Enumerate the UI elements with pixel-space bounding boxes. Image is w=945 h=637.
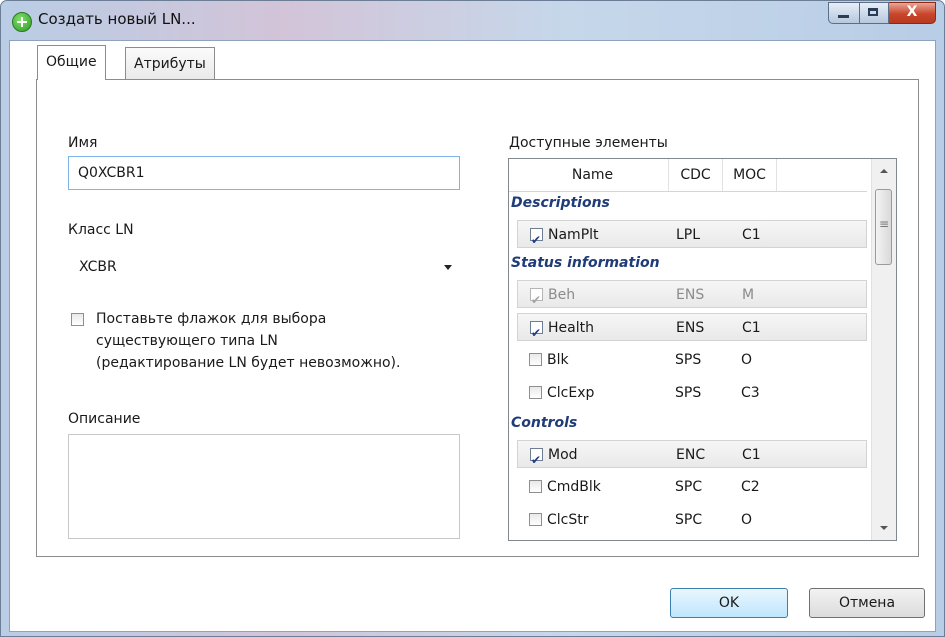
element-name: NamPlt [548, 227, 599, 243]
element-checkbox[interactable] [529, 353, 542, 366]
list-item[interactable]: NamPlt LPL C1 [517, 220, 867, 254]
title-bar[interactable]: Создать новый LN... X [1, 1, 944, 41]
list-item[interactable]: Health ENS C1 [517, 313, 867, 347]
existing-type-label-line3: (редактирование LN будет невозможно). [96, 355, 401, 371]
element-checkbox [530, 286, 543, 314]
column-header-moc[interactable]: MOC [723, 159, 777, 191]
element-moc: C1 [742, 227, 761, 243]
list-item[interactable]: CmdBlk SPC C2 [517, 473, 867, 501]
window-controls: X [828, 2, 936, 24]
tab-attributes[interactable]: Атрибуты [125, 47, 215, 80]
existing-type-label-line2: существующего типа LN [96, 333, 278, 349]
list-item: Beh ENS M [517, 280, 867, 314]
close-icon: X [906, 4, 918, 20]
ok-button[interactable]: OK [670, 588, 788, 618]
group-header-status-information: Status information [511, 255, 660, 271]
element-moc: C3 [741, 385, 760, 401]
description-textarea[interactable] [68, 434, 460, 539]
list-item[interactable]: ClcStr SPC O [517, 506, 867, 534]
scroll-up-icon[interactable] [872, 159, 896, 183]
cancel-button[interactable]: Отмена [809, 588, 925, 618]
element-cdc: SPC [675, 479, 703, 495]
scroll-down-icon[interactable] [872, 516, 896, 540]
element-cdc: LPL [676, 227, 701, 243]
existing-type-label-line1: Поставьте флажок для выбора [96, 311, 327, 327]
element-name: Beh [548, 287, 576, 303]
window-title: Создать новый LN... [38, 10, 196, 28]
element-moc: C2 [741, 479, 760, 495]
minimize-button[interactable] [828, 2, 860, 24]
available-elements-list[interactable]: Name CDC MOC Descriptions NamPlt LPL C1 … [508, 158, 897, 541]
class-select[interactable]: XCBR [68, 251, 460, 281]
element-name: Health [548, 320, 594, 336]
element-moc: C1 [742, 320, 761, 336]
element-cdc: SPC [675, 512, 703, 528]
existing-type-checkbox[interactable] [71, 313, 84, 326]
description-label: Описание [68, 411, 141, 427]
name-label: Имя [68, 135, 98, 151]
column-header-name[interactable]: Name [509, 159, 669, 191]
available-elements-label: Доступные элементы [509, 135, 668, 151]
element-checkbox[interactable] [529, 386, 542, 399]
element-name: CmdBlk [547, 479, 601, 495]
scrollbar-thumb[interactable] [875, 189, 892, 265]
element-cdc: ENS [676, 320, 705, 336]
minimize-icon [838, 15, 849, 18]
list-item[interactable]: Blk SPS O [517, 346, 867, 374]
group-header-descriptions: Descriptions [511, 195, 610, 211]
class-label: Класс LN [68, 222, 134, 238]
element-checkbox[interactable] [530, 226, 543, 254]
maximize-icon [868, 8, 878, 16]
column-header-cdc[interactable]: CDC [669, 159, 723, 191]
add-icon [12, 12, 32, 32]
element-cdc: SPS [675, 352, 702, 368]
group-header-controls: Controls [511, 415, 578, 431]
list-item[interactable]: ClcExp SPS C3 [517, 379, 867, 407]
chevron-down-icon [444, 265, 452, 270]
element-cdc: ENC [676, 447, 706, 463]
element-name: ClcExp [547, 385, 595, 401]
element-moc: O [741, 352, 753, 368]
list-item[interactable]: Mod ENC C1 [517, 440, 867, 474]
vertical-scrollbar[interactable] [871, 159, 896, 540]
list-header: Name CDC MOC [509, 159, 867, 192]
element-cdc: SPS [675, 385, 702, 401]
maximize-button[interactable] [860, 2, 889, 24]
element-moc: O [741, 512, 753, 528]
name-input[interactable]: Q0XCBR1 [68, 156, 460, 190]
element-cdc: ENS [676, 287, 705, 303]
element-checkbox[interactable] [529, 480, 542, 493]
element-name: Mod [548, 447, 578, 463]
class-select-value: XCBR [79, 259, 117, 275]
element-name: ClcStr [547, 512, 589, 528]
element-checkbox[interactable] [530, 319, 543, 347]
element-checkbox[interactable] [530, 446, 543, 474]
element-moc: C1 [742, 447, 761, 463]
element-checkbox[interactable] [529, 513, 542, 526]
element-name: Blk [547, 352, 569, 368]
close-button[interactable]: X [889, 2, 936, 24]
element-moc: M [742, 287, 755, 303]
tab-general[interactable]: Общие [37, 45, 106, 80]
